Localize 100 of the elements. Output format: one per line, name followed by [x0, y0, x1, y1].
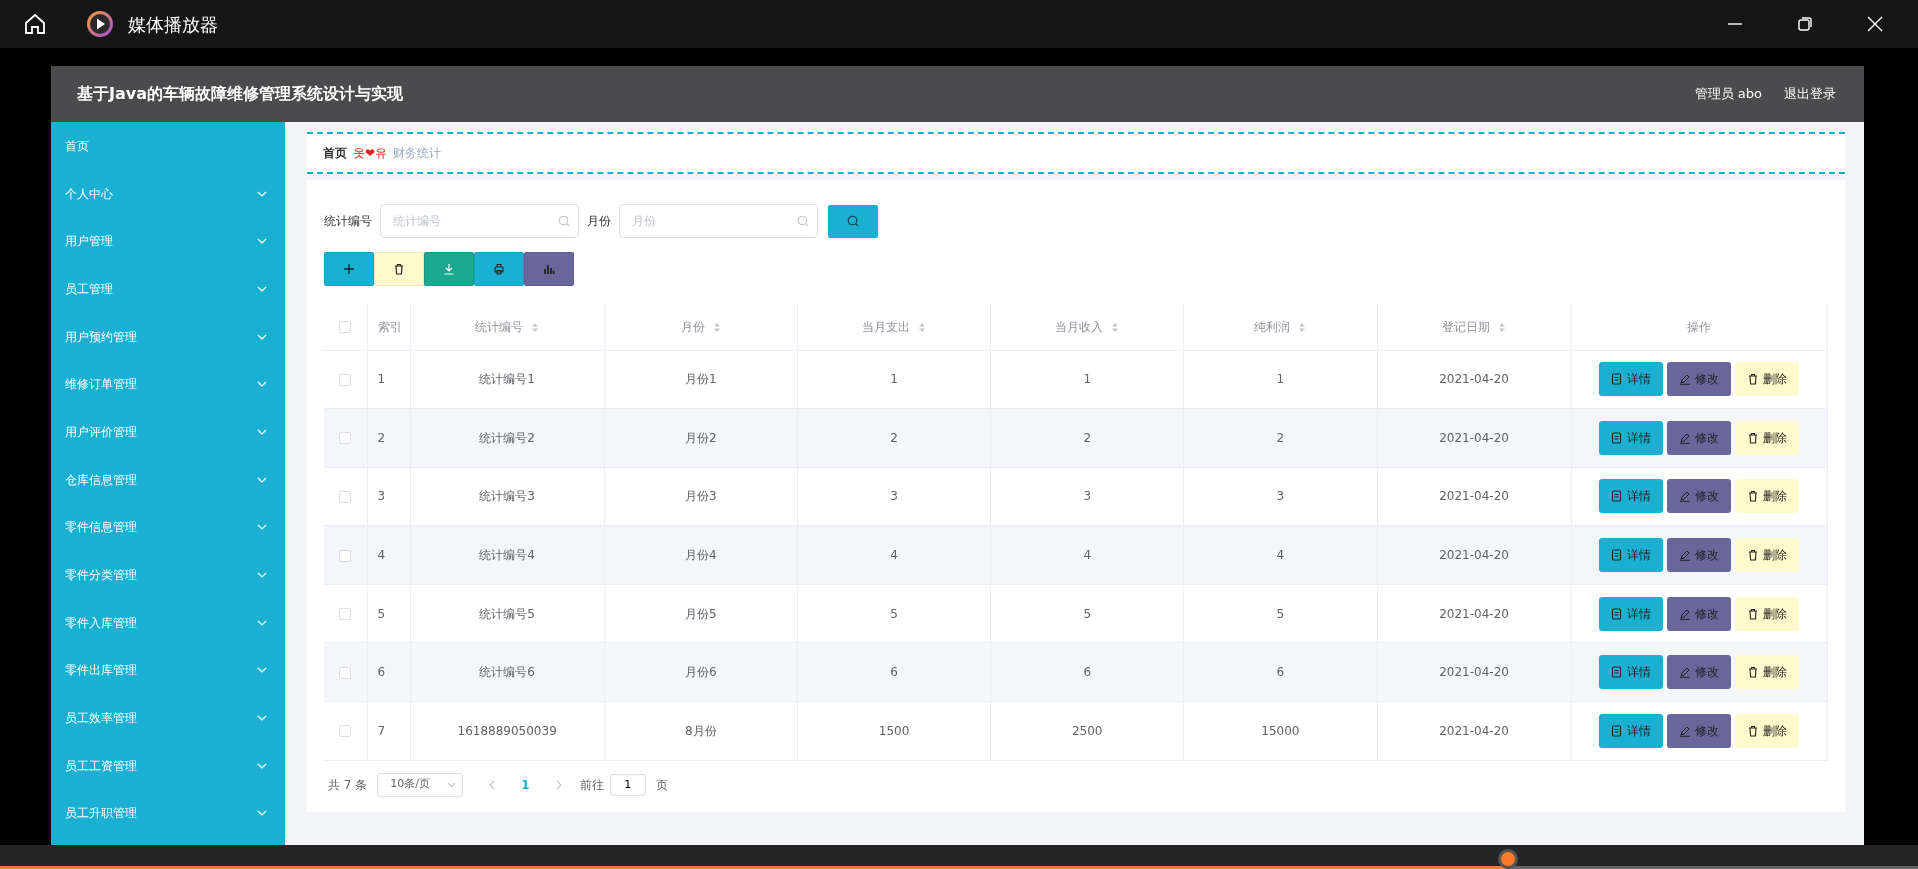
details-button[interactable]: 详情: [1599, 420, 1664, 455]
table-cell: 2021-04-20: [1439, 548, 1509, 563]
row-checkbox[interactable]: [339, 432, 352, 445]
sidebar-item[interactable]: 维修订单管理: [51, 360, 285, 409]
search-icon: [558, 215, 570, 227]
print-button[interactable]: [474, 252, 524, 286]
table-cell: 统计编号2: [479, 430, 535, 445]
column-header[interactable]: 纯利润: [1254, 319, 1291, 334]
chart-button[interactable]: [524, 252, 574, 286]
export-button[interactable]: [424, 252, 474, 286]
edit-button[interactable]: 修改: [1667, 655, 1732, 690]
table-cell: 月份4: [685, 548, 717, 563]
table-cell: 2: [377, 430, 386, 445]
search-icon: [797, 215, 809, 227]
details-button[interactable]: 详情: [1599, 713, 1664, 748]
sidebar-item[interactable]: 员工管理: [51, 265, 285, 313]
breadcrumb-link[interactable]: 首页: [323, 144, 347, 162]
table-cell: 月份3: [685, 489, 717, 504]
table-cell: 5: [890, 606, 898, 621]
document-icon: [1611, 607, 1624, 620]
pencil-icon: [1679, 666, 1692, 679]
pencil-icon: [1679, 431, 1692, 444]
sidebar-item[interactable]: 零件出库管理: [51, 646, 285, 695]
edit-button[interactable]: 修改: [1667, 479, 1732, 514]
delete-button[interactable]: 删除: [1735, 362, 1800, 397]
add-button[interactable]: [324, 252, 374, 286]
table-cell: 1: [1083, 372, 1092, 387]
row-checkbox[interactable]: [339, 666, 352, 679]
sidebar-item[interactable]: 零件分类管理: [51, 551, 285, 599]
page-size-select[interactable]: 10条/页: [377, 772, 464, 797]
table-cell: 5: [1276, 606, 1285, 621]
table-cell: 1: [1276, 372, 1285, 387]
select-all-checkbox[interactable]: [339, 321, 352, 334]
details-button[interactable]: 详情: [1599, 479, 1664, 514]
goto-page-field[interactable]: 1: [609, 773, 646, 796]
delete-button[interactable]: [374, 252, 424, 286]
chevron-down-icon: [257, 381, 267, 388]
progress-thumb[interactable]: [1497, 849, 1518, 869]
sidebar-item[interactable]: 仓库信息管理: [51, 455, 285, 504]
sidebar-item[interactable]: 零件信息管理: [51, 503, 285, 552]
printer-icon: [493, 263, 505, 275]
row-checkbox[interactable]: [339, 373, 352, 386]
table-cell: 1: [377, 372, 386, 387]
table-cell: 2: [890, 430, 898, 445]
sidebar-item[interactable]: 用户评价管理: [51, 408, 285, 456]
table-cell: 6: [377, 665, 386, 680]
sidebar-item[interactable]: 用户预约管理: [51, 312, 285, 361]
edit-button[interactable]: 修改: [1667, 713, 1732, 748]
bar-chart-icon: [543, 263, 555, 275]
search-field[interactable]: 月份: [619, 204, 818, 238]
row-checkbox[interactable]: [339, 491, 352, 503]
details-button[interactable]: 详情: [1599, 596, 1664, 631]
sidebar-item[interactable]: 员工工资管理: [51, 741, 285, 790]
chevron-down-icon: [257, 476, 267, 483]
sidebar-item[interactable]: 员工效率管理: [51, 694, 285, 742]
delete-button[interactable]: 删除: [1735, 538, 1800, 573]
table-cell: 4: [1276, 548, 1285, 563]
sidebar-item[interactable]: 零件入库管理: [51, 598, 285, 647]
edit-button[interactable]: 修改: [1667, 538, 1732, 573]
table-cell: 5: [1083, 606, 1092, 621]
logout-link[interactable]: 退出登录: [1784, 84, 1836, 104]
sidebar-item[interactable]: 用户管理: [51, 217, 285, 266]
trash-icon: [1747, 666, 1760, 679]
chevron-down-icon: [257, 524, 267, 531]
sidebar-item[interactable]: 员工升职管理: [51, 789, 285, 838]
chevron-down-icon: [257, 333, 267, 340]
page-number[interactable]: 1: [513, 775, 538, 794]
details-button[interactable]: 详情: [1599, 655, 1664, 690]
delete-button[interactable]: 删除: [1735, 596, 1800, 631]
document-icon: [1611, 431, 1624, 444]
edit-button[interactable]: 修改: [1667, 596, 1732, 631]
table-cell: 6: [890, 665, 898, 680]
row-checkbox[interactable]: [339, 549, 352, 562]
details-button[interactable]: 详情: [1599, 362, 1664, 397]
delete-button[interactable]: 删除: [1735, 655, 1800, 690]
edit-button[interactable]: 修改: [1667, 420, 1732, 455]
details-button[interactable]: 详情: [1599, 538, 1664, 573]
table-cell: 2: [1276, 430, 1285, 445]
delete-button[interactable]: 删除: [1735, 479, 1800, 514]
download-icon: [443, 263, 455, 275]
pencil-icon: [1679, 490, 1692, 503]
trash-icon: [1747, 549, 1760, 562]
chevron-down-icon: [257, 238, 267, 245]
column-header[interactable]: 当月收入: [1055, 319, 1104, 334]
trash-icon: [1747, 431, 1760, 444]
row-checkbox[interactable]: [339, 608, 352, 621]
column-header[interactable]: 统计编号: [475, 319, 524, 334]
trash-icon: [1747, 490, 1760, 503]
delete-button[interactable]: 删除: [1735, 713, 1800, 748]
sidebar-item[interactable]: 个人中心: [51, 169, 285, 218]
table-cell: 1: [890, 372, 898, 387]
column-header[interactable]: 月份: [680, 319, 705, 334]
column-header[interactable]: 当月支出: [862, 319, 911, 334]
delete-button[interactable]: 删除: [1735, 420, 1800, 455]
search-button[interactable]: [828, 204, 878, 238]
row-checkbox[interactable]: [339, 725, 352, 738]
column-header[interactable]: 登记日期: [1442, 319, 1491, 334]
sidebar-item[interactable]: 首页: [51, 122, 285, 170]
edit-button[interactable]: 修改: [1667, 362, 1732, 397]
chevron-down-icon: [447, 781, 457, 788]
